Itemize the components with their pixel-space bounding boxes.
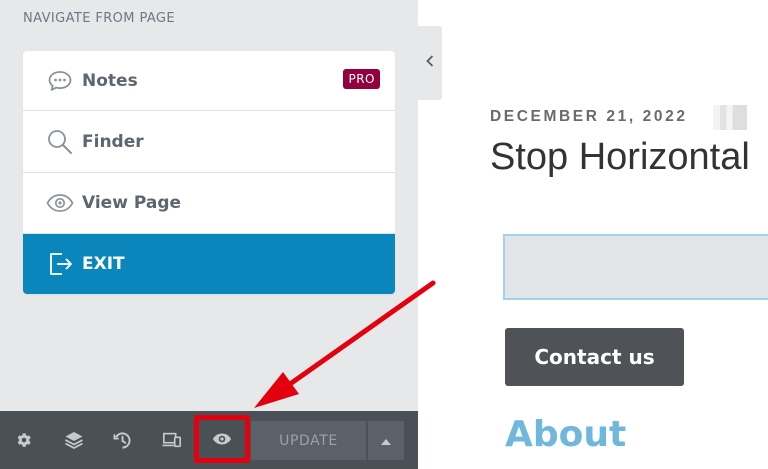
- navigator-button[interactable]: [50, 411, 98, 469]
- history-icon: [112, 431, 132, 450]
- section-title: NAVIGATE FROM PAGE: [23, 11, 176, 26]
- menu-item-label: Finder: [82, 131, 144, 152]
- responsive-icon: [162, 431, 182, 449]
- menu-item-finder[interactable]: Finder: [23, 111, 395, 173]
- responsive-mode-button[interactable]: [148, 411, 196, 469]
- eye-icon: [45, 188, 75, 218]
- collapse-panel-button[interactable]: [418, 26, 442, 100]
- about-heading: About: [505, 414, 627, 455]
- chat-bubble-icon: [45, 66, 75, 96]
- blurred-region: [713, 105, 747, 130]
- menu-item-view-page[interactable]: View Page: [23, 173, 395, 234]
- post-date: DECEMBER 21, 2022: [490, 108, 688, 125]
- preview-button[interactable]: [194, 415, 250, 463]
- menu-item-label: EXIT: [82, 254, 125, 274]
- navigate-menu: Notes PRO Finder View Page EXIT: [23, 51, 395, 294]
- menu-item-exit[interactable]: EXIT: [23, 234, 395, 294]
- preview-icon: [212, 432, 232, 446]
- chevron-left-icon: [426, 54, 434, 72]
- menu-item-label: Notes: [82, 70, 138, 91]
- caret-up-icon: [381, 432, 391, 450]
- history-button[interactable]: [98, 411, 146, 469]
- save-options-button[interactable]: [368, 421, 404, 460]
- settings-icon: [15, 431, 33, 449]
- pro-badge: PRO: [343, 69, 380, 89]
- settings-button[interactable]: [0, 411, 48, 469]
- menu-item-notes[interactable]: Notes PRO: [23, 51, 395, 111]
- update-button[interactable]: UPDATE: [251, 421, 366, 460]
- layers-icon: [64, 430, 84, 450]
- search-icon: [45, 127, 75, 157]
- exit-icon: [45, 249, 75, 279]
- editor-panel: NAVIGATE FROM PAGE Notes PRO Finder View…: [0, 0, 418, 469]
- menu-item-label: View Page: [82, 193, 182, 213]
- bottom-toolbar: UPDATE: [0, 411, 418, 469]
- contact-us-button[interactable]: Contact us: [505, 328, 684, 386]
- page-input-field[interactable]: [503, 234, 768, 300]
- post-title: Stop Horizontal: [490, 136, 750, 178]
